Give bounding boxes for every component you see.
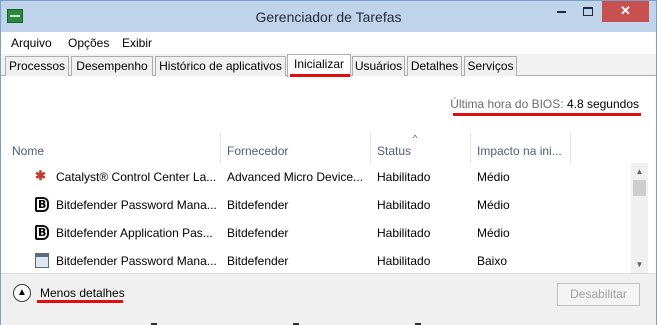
row-impact: Médio: [477, 226, 510, 240]
vertical-scrollbar[interactable]: ▲ ▼: [631, 163, 648, 273]
list-header: Nome Fornecedor ^ Status Impacto na ini.…: [1, 133, 656, 163]
tab-detalhes[interactable]: Detalhes: [407, 56, 462, 76]
row-vendor: Bitdefender: [227, 198, 289, 212]
less-details-highlight: [37, 300, 123, 303]
less-details-link[interactable]: Menos detalhes: [40, 286, 125, 300]
table-row[interactable]: Bitdefender Password Mana... Bitdefender…: [1, 247, 631, 275]
scrollbar-thumb[interactable]: [633, 180, 646, 196]
column-separator[interactable]: [370, 133, 371, 163]
row-impact: Médio: [477, 198, 510, 212]
minimize-icon: [556, 10, 566, 13]
row-name: Bitdefender Application Pas...: [56, 226, 213, 240]
column-header-fornecedor[interactable]: Fornecedor: [227, 144, 288, 158]
table-row[interactable]: Bitdefender Password Mana... Bitdefender…: [1, 191, 631, 219]
row-status: Habilitado: [377, 170, 431, 184]
row-status: Habilitado: [377, 198, 431, 212]
tab-desempenho[interactable]: Desempenho: [71, 56, 153, 76]
menu-opcoes[interactable]: Opções: [68, 36, 109, 50]
column-header-nome[interactable]: Nome: [12, 144, 44, 158]
column-separator[interactable]: [470, 133, 471, 163]
tab-strip: Processos Desempenho Histórico de aplica…: [1, 54, 656, 77]
window-app-icon: [35, 253, 49, 268]
tab-servicos[interactable]: Serviços: [464, 56, 517, 76]
row-name: Bitdefender Password Mana...: [56, 254, 216, 268]
row-vendor: Advanced Micro Device...: [227, 170, 364, 184]
close-icon: ✕: [620, 3, 631, 18]
column-header-impacto[interactable]: Impacto na ini...: [477, 144, 562, 158]
sort-ascending-icon: ^: [413, 133, 418, 143]
close-button[interactable]: ✕: [602, 1, 649, 22]
row-impact: Baixo: [477, 254, 508, 268]
menu-bar: Arquivo Opções Exibir: [1, 32, 656, 54]
bios-time: Última hora do BIOS: 4.8 segundos: [450, 97, 639, 111]
row-vendor: Bitdefender: [227, 226, 289, 240]
row-status: Habilitado: [377, 226, 431, 240]
maximize-icon: [583, 7, 593, 17]
bios-time-value: 4.8 segundos: [566, 97, 639, 111]
minimize-button[interactable]: [548, 1, 574, 22]
title-bar[interactable]: Gerenciador de Tarefas ✕: [1, 1, 656, 32]
task-manager-window: Gerenciador de Tarefas ✕ Arquivo Opções …: [0, 0, 657, 325]
tab-historico-de-aplicativos[interactable]: Histórico de aplicativos: [155, 56, 286, 76]
disable-button[interactable]: Desabilitar: [557, 283, 640, 306]
footer-bar: ▲ Menos detalhes Desabilitar: [1, 273, 656, 325]
catalyst-icon: ✱: [35, 168, 46, 183]
bitdefender-icon: [35, 197, 49, 212]
row-vendor: Bitdefender: [227, 254, 289, 268]
bios-time-highlight: [453, 113, 641, 116]
table-row[interactable]: Bitdefender Application Pas... Bitdefend…: [1, 219, 631, 247]
row-name: Catalyst® Control Center La...: [56, 170, 216, 184]
tab-usuarios[interactable]: Usuários: [352, 56, 405, 76]
row-status: Habilitado: [377, 254, 431, 268]
column-separator[interactable]: [220, 133, 221, 163]
collapse-details-icon[interactable]: ▲: [13, 284, 31, 302]
menu-arquivo[interactable]: Arquivo: [11, 36, 52, 50]
table-row[interactable]: ✱ Catalyst® Control Center La... Advance…: [1, 163, 631, 191]
scroll-up-icon[interactable]: ▲: [631, 163, 648, 180]
row-impact: Médio: [477, 170, 510, 184]
menu-exibir[interactable]: Exibir: [122, 36, 152, 50]
column-header-status[interactable]: Status: [377, 144, 411, 158]
startup-panel: Última hora do BIOS: 4.8 segundos Nome F…: [1, 76, 656, 273]
column-separator[interactable]: [570, 133, 571, 163]
maximize-button[interactable]: [575, 1, 601, 22]
tab-processos[interactable]: Processos: [5, 56, 69, 76]
bitdefender-icon: [35, 225, 49, 240]
scroll-down-icon[interactable]: ▼: [631, 256, 648, 273]
row-name: Bitdefender Password Mana...: [56, 198, 216, 212]
bios-time-label: Última hora do BIOS:: [450, 97, 564, 111]
active-tab-highlight: [290, 74, 350, 77]
